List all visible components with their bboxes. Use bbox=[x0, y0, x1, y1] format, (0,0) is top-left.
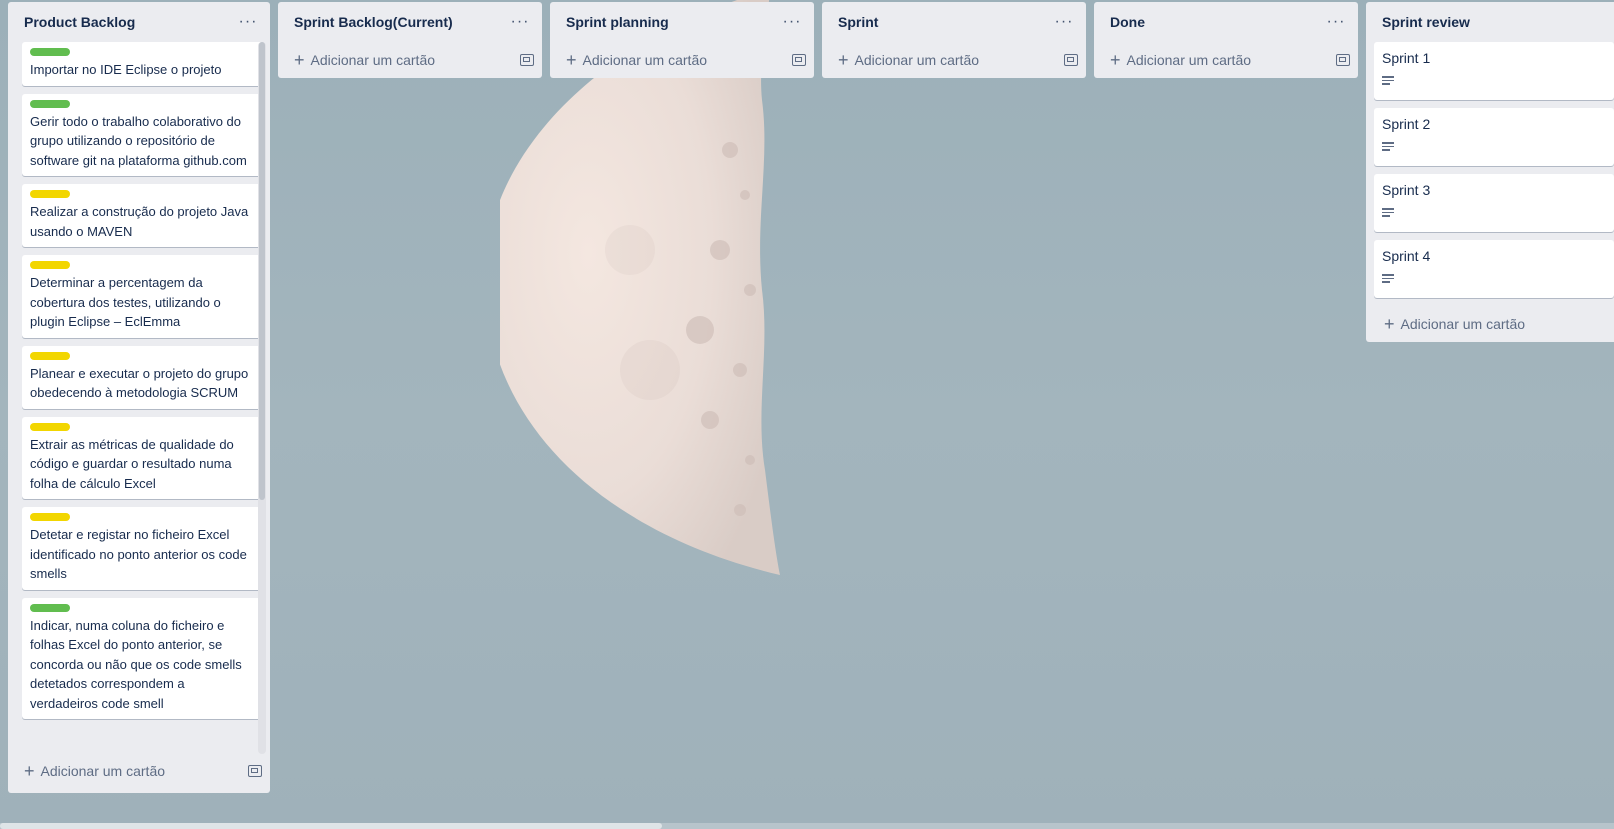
card-list: Sprint 1 Sprint 2 Sprint 3 Sprint 4 bbox=[1366, 42, 1614, 298]
plus-icon: + bbox=[294, 50, 305, 70]
more-horizontal-icon[interactable]: ··· bbox=[1052, 10, 1076, 34]
list-title: Product Backlog bbox=[24, 14, 136, 30]
plus-icon: + bbox=[1110, 50, 1121, 70]
card-title: Extrair as métricas de qualidade do códi… bbox=[30, 436, 234, 491]
list-header: Sprint Backlog(Current) ··· bbox=[278, 2, 542, 42]
yellow-label[interactable] bbox=[30, 422, 70, 431]
sprint-review-card[interactable]: Sprint 3 bbox=[1374, 174, 1614, 232]
card-title: Realizar a construção do projeto Java us… bbox=[30, 204, 249, 239]
list-sprint-backlog: Sprint Backlog(Current) ··· + Adicionar … bbox=[278, 2, 542, 78]
plus-icon: + bbox=[24, 761, 35, 781]
horizontal-scrollbar[interactable] bbox=[0, 823, 1614, 829]
list-header: Product Backlog ··· bbox=[8, 2, 270, 42]
add-card-label: Adicionar um cartão bbox=[310, 52, 436, 68]
list-header: Done ··· bbox=[1094, 2, 1358, 42]
scrollbar-thumb[interactable] bbox=[259, 42, 265, 500]
description-icon bbox=[1382, 76, 1394, 85]
sprint-review-card[interactable]: Sprint 1 bbox=[1374, 42, 1614, 100]
backlog-card[interactable]: Planear e executar o projeto do grupo ob… bbox=[22, 345, 263, 409]
list-title: Sprint Backlog(Current) bbox=[294, 14, 453, 30]
yellow-label[interactable] bbox=[30, 513, 70, 521]
scrollbar[interactable] bbox=[258, 42, 266, 754]
card-title: Planear e executar o projeto do grupo ob… bbox=[30, 365, 249, 401]
backlog-card[interactable]: Realizar a construção do projeto Java us… bbox=[22, 184, 263, 247]
add-card-button[interactable]: + Adicionar um cartão bbox=[24, 762, 165, 780]
add-card-button[interactable]: + Adicionar um cartão bbox=[1110, 51, 1251, 69]
more-horizontal-icon[interactable]: ··· bbox=[1324, 10, 1348, 34]
backlog-card[interactable]: Importar no IDE Eclipse o projeto bbox=[22, 42, 263, 86]
yellow-label[interactable] bbox=[30, 261, 70, 269]
card-list: Importar no IDE Eclipse o projeto Gerir t… bbox=[8, 42, 270, 719]
green-label[interactable] bbox=[30, 99, 70, 108]
description-icon bbox=[1382, 142, 1394, 151]
list-product-backlog: Product Backlog ··· Importar no IDE Ecli… bbox=[8, 2, 270, 793]
add-card-button[interactable]: + Adicionar um cartão bbox=[566, 51, 707, 69]
description-icon bbox=[1382, 208, 1394, 217]
add-card-row: + Adicionar um cartão bbox=[8, 753, 270, 789]
card-template-icon[interactable] bbox=[248, 765, 262, 777]
card-template-icon[interactable] bbox=[792, 54, 806, 66]
list-header: Sprint planning ··· bbox=[550, 2, 814, 42]
list-title: Sprint bbox=[838, 14, 879, 30]
more-horizontal-icon[interactable]: ··· bbox=[508, 10, 532, 34]
list-title: Sprint planning bbox=[566, 14, 669, 30]
list-sprint-planning: Sprint planning ··· + Adicionar um cartã… bbox=[550, 2, 814, 78]
card-title: Determinar a percentagem da cobertura do… bbox=[30, 275, 221, 329]
backlog-card[interactable]: Extrair as métricas de qualidade do códi… bbox=[22, 416, 263, 499]
list-header: Sprint ··· bbox=[822, 2, 1086, 42]
add-card-label: Adicionar um cartão bbox=[1126, 52, 1252, 68]
card-title: Indicar, numa coluna do ficheiro e folha… bbox=[30, 617, 242, 711]
more-horizontal-icon[interactable]: ··· bbox=[780, 10, 804, 34]
add-card-label: Adicionar um cartão bbox=[40, 763, 166, 779]
list-header: Sprint review bbox=[1366, 2, 1614, 42]
horizontal-scrollbar-thumb[interactable] bbox=[0, 823, 662, 829]
add-card-row: + Adicionar um cartão bbox=[822, 42, 1086, 78]
green-label[interactable] bbox=[30, 603, 70, 612]
add-card-button[interactable]: + Adicionar um cartão bbox=[1384, 315, 1525, 333]
add-card-row: + Adicionar um cartão bbox=[1366, 306, 1614, 342]
backlog-card[interactable]: Determinar a percentagem da cobertura do… bbox=[22, 255, 263, 338]
add-card-row: + Adicionar um cartão bbox=[278, 42, 542, 78]
yellow-label[interactable] bbox=[30, 190, 70, 198]
sprint-review-card[interactable]: Sprint 4 bbox=[1374, 240, 1614, 298]
card-title: Sprint 2 bbox=[1382, 116, 1431, 132]
add-card-row: + Adicionar um cartão bbox=[550, 42, 814, 78]
list-sprint-review: Sprint review Sprint 1 Sprint 2 Sprint 3 Sp… bbox=[1366, 2, 1614, 342]
card-template-icon[interactable] bbox=[1336, 54, 1350, 66]
list-done: Done ··· + Adicionar um cartão bbox=[1094, 2, 1358, 78]
card-title: Detetar e registar no ficheiro Excel ide… bbox=[30, 527, 247, 581]
sprint-review-card[interactable]: Sprint 2 bbox=[1374, 108, 1614, 166]
list-sprint: Sprint ··· + Adicionar um cartão bbox=[822, 2, 1086, 78]
list-title: Sprint review bbox=[1382, 14, 1470, 30]
add-card-label: Adicionar um cartão bbox=[854, 52, 980, 68]
card-template-icon[interactable] bbox=[1064, 54, 1078, 66]
add-card-button[interactable]: + Adicionar um cartão bbox=[294, 51, 435, 69]
card-title: Sprint 3 bbox=[1382, 182, 1431, 198]
card-title: Sprint 4 bbox=[1382, 248, 1431, 264]
more-horizontal-icon[interactable]: ··· bbox=[236, 10, 260, 34]
add-card-label: Adicionar um cartão bbox=[1400, 316, 1526, 332]
add-card-row: + Adicionar um cartão bbox=[1094, 42, 1358, 78]
list-title: Done bbox=[1110, 14, 1145, 30]
card-template-icon[interactable] bbox=[520, 54, 534, 66]
add-card-label: Adicionar um cartão bbox=[582, 52, 708, 68]
backlog-card[interactable]: Indicar, numa coluna do ficheiro e folha… bbox=[22, 597, 263, 719]
backlog-card[interactable]: Detetar e registar no ficheiro Excel ide… bbox=[22, 507, 263, 590]
add-card-button[interactable]: + Adicionar um cartão bbox=[838, 51, 979, 69]
description-icon bbox=[1382, 274, 1394, 283]
plus-icon: + bbox=[1384, 314, 1395, 334]
backlog-card[interactable]: Gerir todo o trabalho colaborativo do gr… bbox=[22, 93, 263, 176]
card-title: Importar no IDE Eclipse o projeto bbox=[30, 62, 222, 77]
board: Product Backlog ··· Importar no IDE Ecli… bbox=[0, 0, 1614, 829]
green-label[interactable] bbox=[30, 48, 70, 56]
card-title: Gerir todo o trabalho colaborativo do gr… bbox=[30, 113, 247, 168]
yellow-label[interactable] bbox=[30, 351, 70, 360]
card-title: Sprint 1 bbox=[1382, 50, 1431, 66]
plus-icon: + bbox=[838, 50, 849, 70]
plus-icon: + bbox=[566, 50, 577, 70]
